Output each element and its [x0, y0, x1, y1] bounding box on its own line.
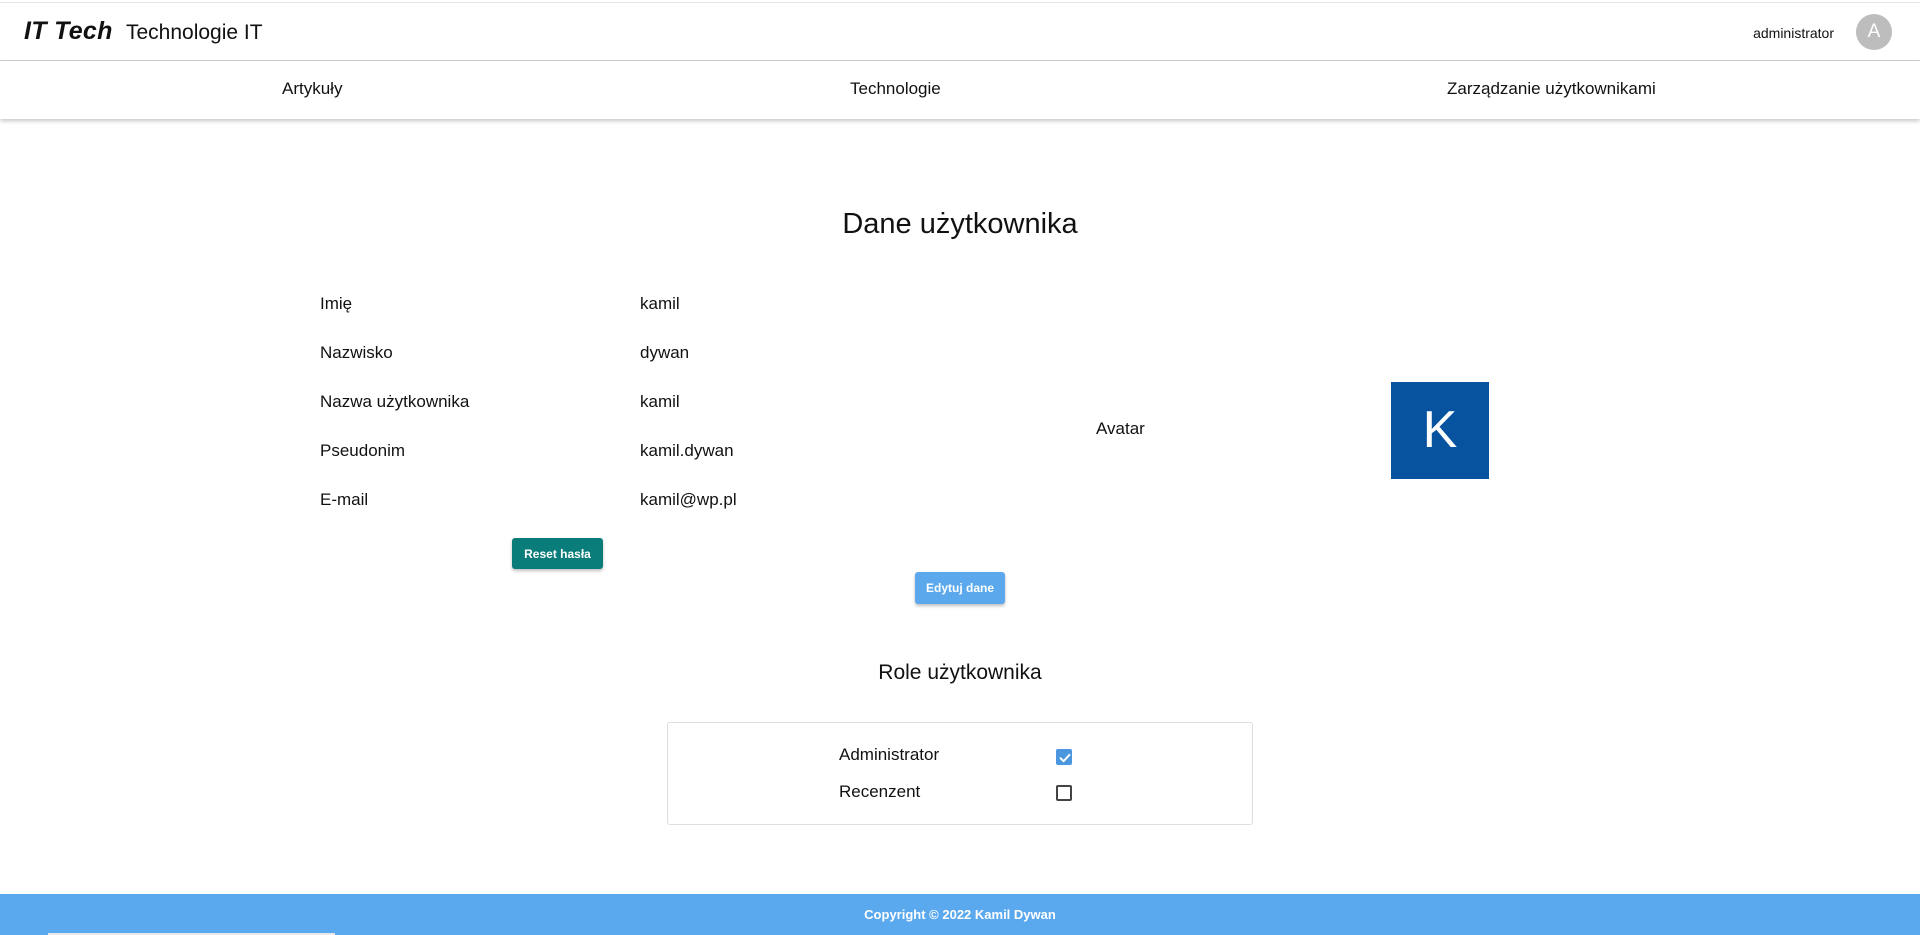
page-title: Dane użytkownika — [842, 208, 1078, 240]
email-value: kamil@wp.pl — [640, 490, 737, 509]
nav-item-technologies[interactable]: Technologie — [850, 79, 941, 99]
copyright-text: Copyright © 2022 Kamil Dywan — [864, 907, 1056, 922]
nickname-label: Pseudonim — [320, 441, 406, 460]
nav-item-articles[interactable]: Artykuły — [282, 79, 342, 99]
role-reviewer-checkbox[interactable] — [1056, 785, 1072, 801]
reset-password-button[interactable]: Reset hasła — [512, 538, 603, 569]
footer: Copyright © 2022 Kamil Dywan — [0, 894, 1920, 935]
username-value: kamil — [640, 392, 680, 411]
main-navigation: Artykuły Technologie Zarządzanie użytkow… — [0, 61, 1920, 119]
nav-item-user-management[interactable]: Zarządzanie użytkownikami — [1447, 79, 1656, 99]
brand-logo[interactable]: IT Tech — [24, 17, 113, 46]
username-label: Nazwa użytkownika — [320, 392, 470, 411]
role-administrator-checkbox[interactable] — [1056, 749, 1072, 765]
user-avatar[interactable]: A — [1856, 14, 1892, 50]
nickname-value: kamil.dywan — [640, 441, 734, 460]
role-administrator-label: Administrator — [839, 745, 940, 764]
last-name-value: dywan — [640, 343, 690, 362]
first-name-value: kamil — [640, 294, 680, 313]
first-name-label: Imię — [320, 294, 353, 313]
email-label: E-mail — [320, 490, 369, 509]
role-reviewer-label: Recenzent — [839, 782, 921, 801]
user-avatar-image: K — [1391, 382, 1489, 479]
roles-title: Role użytkownika — [878, 661, 1042, 684]
avatar-label: Avatar — [1096, 419, 1145, 438]
brand-title[interactable]: Technologie IT — [126, 21, 263, 45]
last-name-label: Nazwisko — [320, 343, 393, 362]
checkmark-icon — [1059, 753, 1071, 763]
current-user-name[interactable]: administrator — [1753, 25, 1834, 41]
edit-data-button[interactable]: Edytuj dane — [915, 572, 1005, 604]
roles-panel: Administrator Recenzent — [667, 722, 1253, 825]
top-header: IT Tech Technologie IT administrator A — [0, 2, 1920, 61]
